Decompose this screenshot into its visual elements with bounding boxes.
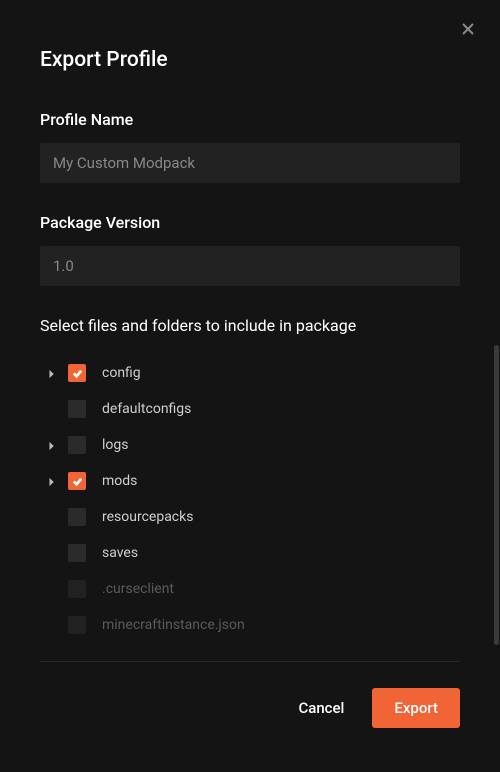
profile-name-label: Profile Name [40,110,460,129]
checkbox-minecraftinstance [68,616,86,634]
checkbox-logs[interactable] [68,436,86,454]
file-label: config [102,365,141,381]
scrollbar-thumb[interactable] [494,345,499,645]
dialog-title: Export Profile [40,48,460,72]
file-row-config: config [40,355,460,391]
file-label: logs [102,437,128,453]
file-label: .curseclient [102,581,174,597]
file-row-logs: logs [40,427,460,463]
file-label: resourcepacks [102,509,193,525]
file-label: saves [102,545,138,561]
file-label: minecraftinstance.json [102,617,245,633]
check-icon [72,364,83,383]
check-icon [72,472,83,491]
file-row-curseclient: .curseclient [40,571,460,607]
file-row-minecraftinstance: minecraftinstance.json [40,607,460,643]
file-row-saves: saves [40,535,460,571]
chevron-right-icon[interactable] [48,364,56,383]
checkbox-mods[interactable] [68,472,86,490]
package-version-input[interactable] [40,246,460,286]
file-row-mods: mods [40,463,460,499]
export-profile-dialog: Export Profile Profile Name Package Vers… [0,0,500,772]
chevron-right-icon[interactable] [48,472,56,491]
files-section-label: Select files and folders to include in p… [40,316,460,335]
checkbox-curseclient [68,580,86,598]
file-label: defaultconfigs [102,401,191,417]
profile-name-input[interactable] [40,143,460,183]
file-row-resourcepacks: resourcepacks [40,499,460,535]
close-icon [462,20,474,39]
package-version-label: Package Version [40,213,460,232]
checkbox-config[interactable] [68,364,86,382]
file-row-defaultconfigs: defaultconfigs [40,391,460,427]
checkbox-defaultconfigs[interactable] [68,400,86,418]
export-button[interactable]: Export [372,688,460,728]
close-button[interactable] [462,20,478,36]
checkbox-saves[interactable] [68,544,86,562]
file-list: config defaultconfigs logs [40,355,460,643]
chevron-right-icon[interactable] [48,436,56,455]
cancel-button[interactable]: Cancel [288,689,354,727]
dialog-footer: Cancel Export [40,662,460,758]
file-label: mods [102,473,137,489]
checkbox-resourcepacks[interactable] [68,508,86,526]
